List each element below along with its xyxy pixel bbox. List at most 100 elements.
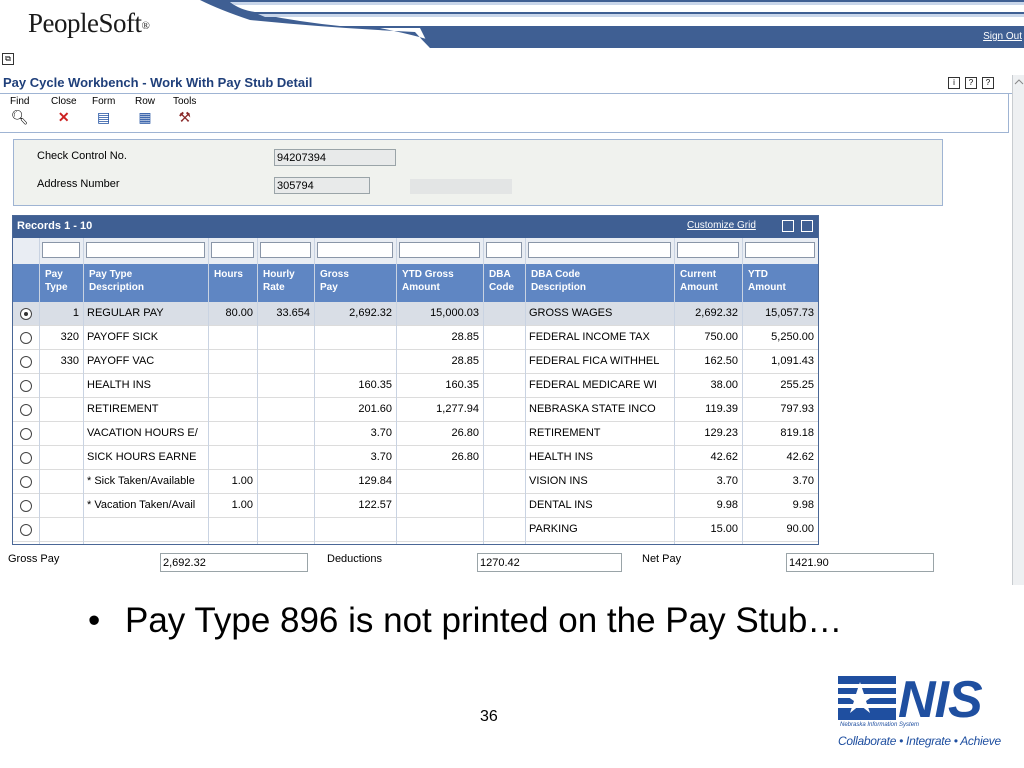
column-header-ytd-amount[interactable]: YTD Amount <box>748 268 816 294</box>
cell-gross-pay: 160.35 <box>358 379 392 391</box>
row-icon: ▦ <box>138 109 152 125</box>
net-pay-field[interactable]: 1421.90 <box>786 553 934 572</box>
row-select-radio[interactable] <box>20 428 32 440</box>
filter-pay-type-description-input[interactable] <box>86 242 205 258</box>
cell-current-amount: 2,692.32 <box>695 307 738 319</box>
row-select-radio[interactable] <box>20 476 32 488</box>
column-header-pay-type[interactable]: Pay Type <box>45 268 81 294</box>
table-row[interactable]: 320 PAYOFF SICK 28.85 FEDERAL INCOME TAX 750… <box>13 326 818 350</box>
check-control-field[interactable]: 94207394 <box>274 149 396 166</box>
nis-subtitle: Nebraska Information System <box>840 722 920 728</box>
column-header-hourly-rate[interactable]: Hourly Rate <box>263 268 312 294</box>
info-icon[interactable]: i <box>948 77 960 89</box>
cell-pay-type: 320 <box>60 331 79 343</box>
filter-pay-type-input[interactable] <box>42 242 80 258</box>
close-button[interactable]: Close ✕ <box>51 96 77 124</box>
cell-current-amount: 9.98 <box>716 499 738 511</box>
column-header-current-amount[interactable]: Current Amount <box>680 268 740 294</box>
cell-ytd-gross-amount: 26.80 <box>451 427 479 439</box>
column-divider <box>742 238 743 544</box>
column-header-dba-code-description[interactable]: DBA Code Description <box>531 268 672 294</box>
cell-ytd-amount: 15,057.73 <box>765 307 814 319</box>
nis-logo-text: NIS <box>898 671 983 729</box>
cell-pay-type-description: PAYOFF VAC <box>87 355 155 367</box>
close-icon: ✕ <box>57 109 70 125</box>
vertical-scrollbar[interactable] <box>1012 75 1024 585</box>
column-divider <box>314 238 315 544</box>
tools-label: Tools <box>173 96 197 107</box>
filter-current-amount-input[interactable] <box>677 242 739 258</box>
row-select-radio[interactable] <box>20 308 32 320</box>
cell-pay-type-description: * Sick Taken/Available <box>87 475 195 487</box>
tools-button[interactable]: Tools ⚒ <box>173 96 196 124</box>
find-icon: 🔍︎ <box>10 109 29 125</box>
cell-ytd-amount: 5,250.00 <box>771 331 814 343</box>
cell-dba-code-description: RETIREMENT <box>529 427 601 439</box>
column-header-ytd-gross-amount[interactable]: YTD Gross Amount <box>402 268 481 294</box>
cell-current-amount: 15.00 <box>710 523 738 535</box>
filter-hours-input[interactable] <box>211 242 254 258</box>
cell-ytd-gross-amount: 15,000.03 <box>430 307 479 319</box>
maximize-icon[interactable] <box>801 220 813 232</box>
row-select-radio[interactable] <box>20 524 32 536</box>
cell-current-amount: 3.70 <box>716 475 738 487</box>
table-row[interactable]: HEALTH INS 160.35 160.35 FEDERAL MEDICARE W… <box>13 374 818 398</box>
table-row[interactable]: 1 REGULAR PAY 80.00 33.654 2,692.32 15,000.03… <box>13 302 818 326</box>
form-button[interactable]: Form ▤ <box>92 96 115 124</box>
cell-pay-type-description: * Vacation Taken/Avail <box>87 499 196 511</box>
row-select-radio[interactable] <box>20 500 32 512</box>
table-row[interactable]: * Vacation Taken/Avail 1.00 122.57 DENTAL I… <box>13 494 818 518</box>
cell-gross-pay: 201.60 <box>358 403 392 415</box>
cell-dba-code-description: DENTAL INS <box>529 499 593 511</box>
row-select-radio[interactable] <box>20 404 32 416</box>
gross-pay-label: Gross Pay <box>8 553 60 565</box>
filter-dba-code-description-input[interactable] <box>528 242 671 258</box>
help-icon[interactable]: ? <box>965 77 977 89</box>
column-divider <box>39 238 40 544</box>
row-button[interactable]: Row ▦ <box>135 96 155 124</box>
table-row[interactable]: * Sick Taken/Available 1.00 129.84 VISION I… <box>13 470 818 494</box>
help-search-icon[interactable]: ? <box>982 77 994 89</box>
radio-selected-dot <box>24 312 28 316</box>
table-row[interactable]: RETIREMENT 201.60 1,277.94 NEBRASKA STATE I… <box>13 398 818 422</box>
gross-pay-field[interactable]: 2,692.32 <box>160 553 308 572</box>
column-header-gross-pay[interactable]: Gross Pay <box>320 268 394 294</box>
table-row[interactable]: SICK HOURS EARNE 3.70 26.80 HEALTH INS 42.62… <box>13 446 818 470</box>
column-header-hours[interactable]: Hours <box>214 268 255 281</box>
table-row[interactable]: 330 PAYOFF VAC 28.85 FEDERAL FICA WITHHEL 16… <box>13 350 818 374</box>
filter-gross-pay-input[interactable] <box>317 242 393 258</box>
row-select-radio[interactable] <box>20 332 32 344</box>
cell-dba-code-description: FEDERAL MEDICARE WI <box>529 379 657 391</box>
filter-ytd-amount-input[interactable] <box>745 242 815 258</box>
customize-grid-link[interactable]: Customize Grid <box>687 220 756 231</box>
header-form: Check Control No. 94207394 Address Numbe… <box>13 139 943 206</box>
column-header-row: Pay Type Pay Type Description Hours Hourly … <box>13 264 818 302</box>
column-header-dba-code[interactable]: DBA Code <box>489 268 523 294</box>
cell-current-amount: 42.62 <box>710 451 738 463</box>
cell-ytd-amount: 9.98 <box>792 499 814 511</box>
cell-current-amount: 129.23 <box>704 427 738 439</box>
row-select-radio[interactable] <box>20 380 32 392</box>
deductions-field[interactable]: 1270.42 <box>477 553 622 572</box>
table-row[interactable]: VACATION HOURS E/3.70 26.80 RETIREMENT 129.… <box>13 422 818 446</box>
cell-hours: 1.00 <box>231 499 253 511</box>
export-icon[interactable] <box>782 220 794 232</box>
address-number-label: Address Number <box>37 178 120 190</box>
row-select-radio[interactable] <box>20 452 32 464</box>
sign-out-link[interactable]: Sign Out <box>983 31 1022 42</box>
cell-gross-pay: 129.84 <box>358 475 392 487</box>
grid-title: Records 1 - 10 <box>17 220 93 232</box>
row-select-radio[interactable] <box>20 356 32 368</box>
filter-dba-code-input[interactable] <box>486 242 522 258</box>
cell-ytd-amount: 1,091.43 <box>771 355 814 367</box>
address-number-field[interactable]: 305794 <box>274 177 370 194</box>
filter-ytd-gross-amount-input[interactable] <box>399 242 480 258</box>
cell-pay-type-description: SICK HOURS EARNE <box>87 451 197 463</box>
filter-hourly-rate-input[interactable] <box>260 242 311 258</box>
scroll-up-icon[interactable] <box>1013 76 1024 88</box>
column-header-pay-type-description[interactable]: Pay Type Description <box>89 268 206 294</box>
find-button[interactable]: Find 🔍︎ <box>10 96 29 124</box>
new-window-icon[interactable]: ⧉ <box>2 53 14 65</box>
find-label: Find <box>10 96 30 107</box>
table-row[interactable]: PARKING 15.00 90.00 <box>13 518 818 542</box>
